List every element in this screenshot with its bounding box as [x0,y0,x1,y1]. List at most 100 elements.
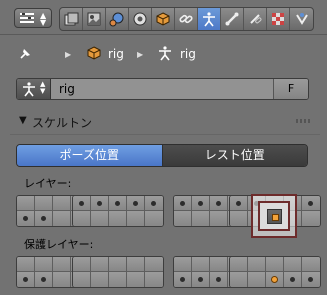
protected-layer-toggle[interactable] [230,257,248,272]
layer-toggle[interactable] [109,196,127,211]
datablock-browse-button[interactable]: ▲ ▼ [17,79,51,99]
protected-layer-toggle[interactable] [210,272,228,287]
cube-icon [156,12,170,26]
bone-dot-icon [308,277,313,282]
layer-toggle[interactable] [109,211,127,226]
fake-user-button[interactable]: F [273,79,308,99]
bone-constraints-icon [250,14,262,24]
drag-grip-icon[interactable] [296,119,312,123]
tab-object[interactable] [129,8,152,30]
armature-data-icon [159,46,171,61]
protected-layer-toggle[interactable] [210,257,228,272]
layer-toggle[interactable] [127,211,145,226]
protected-layer-toggle[interactable] [73,257,91,272]
protected-layer-toggle[interactable] [266,257,284,272]
protected-layer-toggle[interactable] [248,257,266,272]
layer-toggle[interactable] [35,211,53,226]
tab-world[interactable] [106,8,129,30]
bone-dot-icon [41,216,46,221]
layer-toggle[interactable] [17,196,35,211]
protected-layer-toggle[interactable] [284,272,302,287]
layer-toggle[interactable] [210,196,228,211]
chevron-up-down-icon: ▲ ▼ [40,11,47,27]
layer-toggle[interactable] [302,211,320,226]
protected-layer-toggle[interactable] [53,272,71,287]
layer-toggle[interactable] [210,211,228,226]
breadcrumb: ▶ rig ▶ rig [0,35,327,73]
protected-layer-toggle[interactable] [302,257,320,272]
tab-physics[interactable] [290,8,313,30]
active-bone-dot-icon [271,276,278,283]
editor-type-button[interactable]: ▲ ▼ [14,8,52,28]
layer-toggle[interactable] [73,196,91,211]
protected-layer-toggle[interactable] [302,272,320,287]
layer-toggle[interactable] [145,196,163,211]
protected-layer-toggle[interactable] [145,272,163,287]
active-layer-cell[interactable] [267,209,282,224]
texture-icon [272,13,284,25]
layer-toggle[interactable] [91,211,109,226]
protected-layer-toggle[interactable] [284,257,302,272]
protected-layer-toggle[interactable] [127,272,145,287]
tab-bone[interactable] [221,8,244,30]
rest-position-button[interactable]: レスト位置 [162,145,307,166]
protected-layer-toggle[interactable] [17,272,35,287]
tab-object-data[interactable] [152,8,175,30]
protected-layer-toggle[interactable] [109,257,127,272]
bone-dot-icon [180,277,185,282]
layer-toggle[interactable] [302,196,320,211]
layer-toggle[interactable] [73,211,91,226]
tab-texture[interactable] [267,8,290,30]
protected-layer-toggle[interactable] [35,257,53,272]
protected-layers-label: 保護レイヤー: [24,238,94,251]
protected-layer-toggle[interactable] [91,257,109,272]
bone-dot-icon [198,201,203,206]
protected-layer-toggle[interactable] [127,257,145,272]
protected-layer-toggle[interactable] [91,272,109,287]
layer-toggle[interactable] [174,196,192,211]
active-layer-highlight [251,194,297,238]
layers-group-middle [72,195,164,227]
protected-layer-toggle[interactable] [35,272,53,287]
bone-dot-icon [151,201,156,206]
protected-layers-group-far-right [229,256,321,288]
protected-layer-toggle[interactable] [174,257,192,272]
tab-scene[interactable] [83,8,106,30]
protected-layer-toggle[interactable] [109,272,127,287]
layer-toggle[interactable] [91,196,109,211]
layer-toggle[interactable] [192,196,210,211]
layer-toggle[interactable] [35,196,53,211]
protected-layers-group-middle [72,256,164,288]
protected-layer-toggle[interactable] [17,257,35,272]
tab-bone-constraints[interactable] [244,8,267,30]
protected-layer-toggle[interactable] [248,272,266,287]
bone-dot-icon [236,201,241,206]
layer-toggle[interactable] [192,211,210,226]
protected-layer-toggle[interactable] [192,257,210,272]
tab-armature[interactable] [198,8,221,30]
protected-layer-toggle[interactable] [266,272,284,287]
pin-icon[interactable] [16,45,34,63]
layer-toggle[interactable] [127,196,145,211]
layer-toggle[interactable] [17,211,35,226]
active-layer-highlight-inner [258,201,290,231]
datablock-name-input[interactable]: rig [51,79,274,99]
layer-toggle[interactable] [230,211,248,226]
skeleton-panel-header[interactable]: ▼ スケルトン [10,110,320,132]
protected-layer-toggle[interactable] [230,272,248,287]
pose-position-button[interactable]: ポーズ位置 [17,145,163,166]
layer-toggle[interactable] [53,196,71,211]
protected-layer-toggle[interactable] [53,257,71,272]
render-layers-icon [64,12,79,26]
layer-toggle[interactable] [174,211,192,226]
tab-constraints[interactable] [175,8,198,30]
layer-toggle[interactable] [53,211,71,226]
layer-toggle[interactable] [230,196,248,211]
layer-toggle[interactable] [145,211,163,226]
constraints-link-icon [179,14,193,24]
protected-layer-toggle[interactable] [73,272,91,287]
protected-layer-toggle[interactable] [174,272,192,287]
protected-layer-toggle[interactable] [145,257,163,272]
tab-render-layers[interactable] [60,8,83,30]
protected-layer-toggle[interactable] [192,272,210,287]
